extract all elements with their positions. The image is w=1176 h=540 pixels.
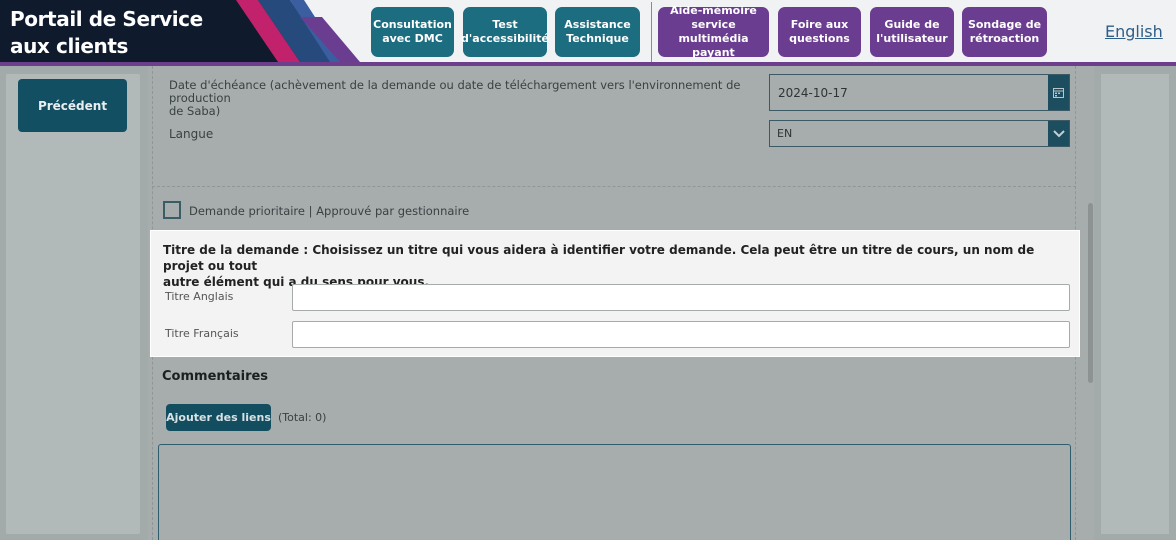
scrollbar-thumb[interactable]	[1088, 203, 1093, 383]
nav-consultation-dmc[interactable]: Consultation avec DMC	[371, 7, 454, 57]
nav-label: Guide de	[884, 18, 940, 31]
nav-label: service multimédia	[678, 18, 749, 45]
nav-accessibility-test[interactable]: Test d'accessibilité	[461, 7, 549, 57]
english-title-label: Titre Anglais	[165, 290, 234, 303]
nav-user-guide[interactable]: Guide de l'utilisateur	[870, 7, 954, 57]
nav-multimedia-memo[interactable]: Aide-mémoire service multimédia payant	[658, 4, 769, 59]
section-divider	[152, 186, 1076, 187]
nav-label: rétroaction	[969, 32, 1040, 45]
priority-label: Demande prioritaire | Approuvé par gesti…	[189, 204, 470, 218]
nav-label: Consultation	[373, 18, 452, 31]
due-date-value: 2024-10-17	[778, 86, 848, 100]
request-title-section: Titre de la demande : Choisissez un titr…	[150, 230, 1080, 357]
chevron-down-icon	[1052, 129, 1065, 137]
nav-technical-support[interactable]: Assistance Technique	[555, 7, 640, 57]
french-title-input[interactable]	[292, 321, 1070, 348]
instructions-line: Titre de la demande : Choisissez un titr…	[163, 243, 1035, 273]
brand-title: Portail de Service aux clients	[10, 6, 203, 60]
nav-label: Foire aux	[790, 18, 849, 31]
nav-label: payant	[692, 46, 735, 59]
comments-title: Commentaires	[162, 369, 269, 384]
brand-logo[interactable]: Portail de Service aux clients	[0, 0, 372, 62]
priority-checkbox[interactable]	[163, 201, 181, 219]
right-sidebar	[1101, 74, 1169, 534]
links-total: (Total: 0)	[278, 411, 327, 424]
nav-label: questions	[789, 32, 850, 45]
due-date-label-line: de Saba)	[169, 104, 221, 118]
calendar-icon	[1053, 88, 1064, 98]
french-title-label: Titre Français	[165, 327, 239, 340]
comments-textarea[interactable]	[158, 444, 1071, 540]
header-bar: Portail de Service aux clients Consultat…	[0, 0, 1176, 66]
language-label: Langue	[169, 127, 214, 141]
language-toggle-link[interactable]: English	[1105, 22, 1163, 41]
language-dropdown-button[interactable]	[1048, 121, 1069, 146]
brand-line-1: Portail de Service	[10, 7, 203, 31]
nav-label: Aide-mémoire	[670, 4, 757, 17]
request-title-instructions: Titre de la demande : Choisissez un titr…	[163, 242, 1063, 290]
brand-line-2: aux clients	[10, 34, 129, 58]
nav-label: d'accessibilité	[461, 32, 549, 45]
previous-button[interactable]: Précédent	[18, 79, 127, 132]
nav-label: Sondage de	[967, 18, 1042, 31]
language-select-value: EN	[777, 127, 793, 140]
nav-label: Technique	[566, 32, 629, 45]
language-select[interactable]: EN	[769, 120, 1070, 147]
due-date-label-line: Date d'échéance (achèvement de la demand…	[169, 78, 741, 105]
due-date-input[interactable]: 2024-10-17	[769, 74, 1070, 111]
nav-divider	[651, 2, 652, 62]
nav-label: avec DMC	[382, 32, 443, 45]
nav-feedback-survey[interactable]: Sondage de rétroaction	[962, 7, 1047, 57]
nav-label: Test	[492, 18, 518, 31]
add-links-button[interactable]: Ajouter des liens	[166, 404, 271, 431]
left-sidebar	[6, 74, 140, 534]
english-title-input[interactable]	[292, 284, 1070, 311]
due-date-label: Date d'échéance (achèvement de la demand…	[169, 79, 769, 118]
calendar-button[interactable]	[1048, 75, 1069, 110]
nav-label: Assistance	[564, 18, 631, 31]
nav-faq[interactable]: Foire aux questions	[778, 7, 861, 57]
nav-label: l'utilisateur	[876, 32, 948, 45]
